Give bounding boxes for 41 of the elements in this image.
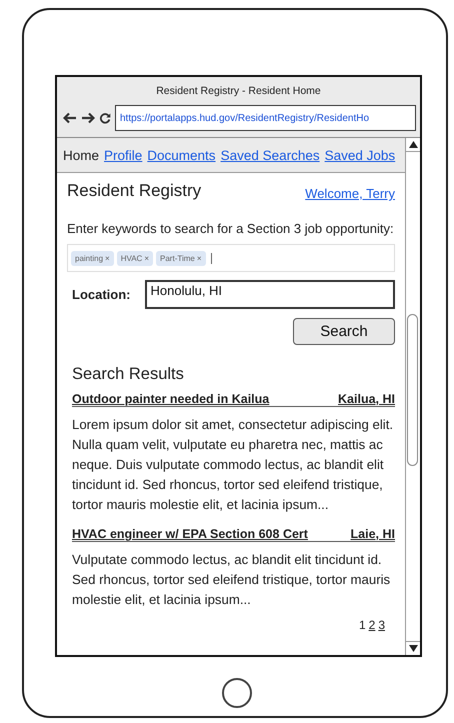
page-link[interactable]: 2 [368,618,376,632]
results-heading: Search Results [72,365,185,384]
nav-link[interactable]: Home [63,148,100,163]
search-button[interactable]: Search [293,318,395,345]
result-header[interactable]: HVAC engineer w/ EPA Section 608 Cert Laie, HI [72,527,395,542]
remove-tag-icon[interactable]: × [105,254,110,262]
text-cursor [210,252,212,264]
refresh-icon[interactable] [99,112,111,124]
remove-tag-icon[interactable]: × [144,254,150,262]
forward-arrow-icon[interactable] [81,112,95,124]
tag-label: painting [75,254,104,262]
scroll-thumb[interactable] [407,314,418,466]
result-location: Kailua, HI [338,392,395,406]
result-title[interactable]: HVAC engineer w/ EPA Section 608 Cert [72,527,308,541]
keyword-field[interactable]: painting × HVAC × Part-Time × [67,244,395,272]
nav-link[interactable]: Saved Jobs [324,148,396,163]
result-description: Lorem ipsum dolor sit amet, consectetur adipiscing elit. Nulla quam velit, vulputate eu pharetra nec, mattis ac neque. Duis vulputate commodo lectus, ac blandit elit tincidunt id. Sed rhoncus, tortor sed eleifend tristique, tortor mauris molestie elit, et lacinia ipsum... [72,416,394,514]
result-title[interactable]: Outdoor painter needed in Kailua [72,392,270,406]
back-arrow-icon[interactable] [63,112,77,124]
remove-tag-icon[interactable]: × [196,254,202,262]
home-button[interactable] [222,678,252,708]
nav-link[interactable]: Profile [104,148,142,163]
welcome-link[interactable]: Welcome, Terry [305,186,395,201]
location-label: Location: [72,287,130,302]
scrollbar[interactable] [405,138,420,655]
window-title: Resident Registry - Resident Home [156,85,321,97]
nav-link[interactable]: Saved Searches [220,148,320,163]
scroll-up-icon[interactable] [408,141,418,148]
nav-link[interactable]: Documents [147,148,216,163]
result-header[interactable]: Outdoor painter needed in Kailua Kailua, HI [72,392,395,407]
search-prompt: Enter keywords to search for a Section 3 job opportunity: [67,221,395,236]
result-description: Vulputate commodo lectus, ac blandit elit tincidunt id. Sed rhoncus, tortor sed eleifend tristique, tortor mauris molestie elit, et lacinia ipsum... [72,551,392,609]
tag-label: Part-Time [160,254,195,262]
page-link[interactable]: 3 [378,618,385,632]
result-location: Laie, HI [350,527,395,541]
page-title: Resident Registry [67,181,202,201]
scroll-down-icon[interactable] [408,645,418,652]
address-field[interactable]: https://portalapps.hud.gov/ResidentRegistry/ResidentHo [115,105,416,131]
page-link[interactable]: 1 [358,618,366,632]
tag-label: HVAC [120,254,142,262]
location-field[interactable]: Honolulu, HI [144,280,395,309]
